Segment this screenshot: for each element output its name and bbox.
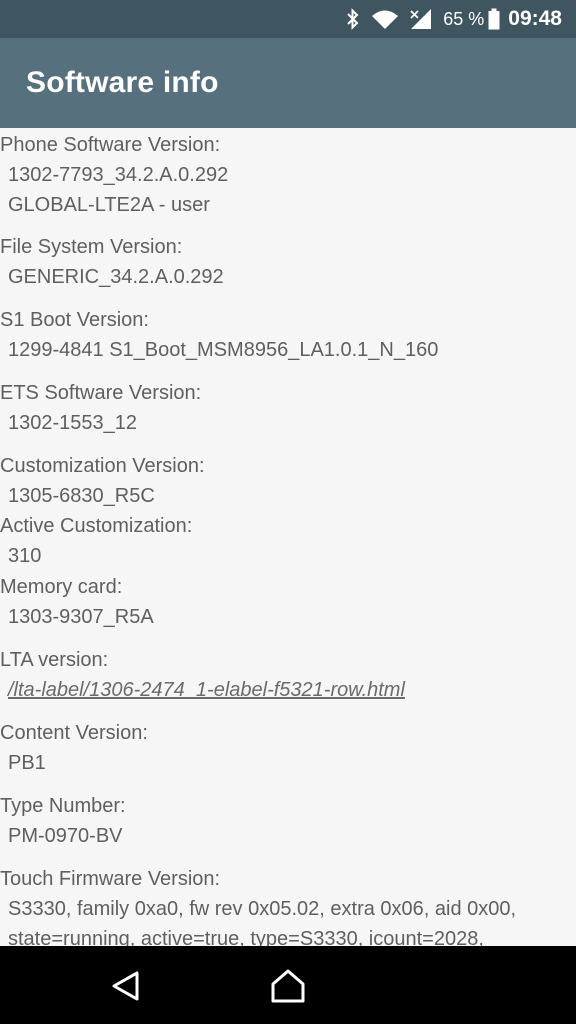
home-icon xyxy=(271,969,305,1003)
info-item-content-version: Content Version: PB1 xyxy=(0,718,576,778)
info-label: Phone Software Version: xyxy=(0,134,221,156)
info-item-lta-version: LTA version: /lta-label/1306-2474_1-elab… xyxy=(0,645,576,705)
clock: 09:48 xyxy=(508,7,562,30)
info-item-s1-boot: S1 Boot Version: 1299-4841 S1_Boot_MSM89… xyxy=(0,305,576,365)
info-item-memory-card: Memory card: 1303-9307_R5A xyxy=(0,572,576,632)
info-value: PM-0970-BV xyxy=(8,825,123,847)
page-title: Software info xyxy=(26,66,219,99)
info-item-phone-software: Phone Software Version: 1302-7793_34.2.A… xyxy=(0,130,576,220)
info-label: ETS Software Version: xyxy=(0,382,202,404)
info-item-touch-firmware: Touch Firmware Version: S3330, family 0x… xyxy=(0,864,576,946)
battery-icon xyxy=(488,8,500,30)
info-item-ets-software: ETS Software Version: 1302-1553_12 xyxy=(0,378,576,438)
info-label: Type Number: xyxy=(0,795,126,817)
info-label: Touch Firmware Version: xyxy=(0,868,221,890)
info-value: PB1 xyxy=(8,752,46,774)
info-label: S1 Boot Version: xyxy=(0,309,149,331)
info-value: 1302-1553_12 xyxy=(8,412,138,434)
battery-percent: 65 % xyxy=(443,8,485,29)
info-label: LTA version: xyxy=(0,649,109,671)
software-info-list[interactable]: Phone Software Version: 1302-7793_34.2.A… xyxy=(0,128,576,946)
info-label: File System Version: xyxy=(0,236,183,258)
bluetooth-icon xyxy=(345,8,361,30)
info-value: GLOBAL-LTE2A - user xyxy=(8,194,210,216)
wifi-icon xyxy=(371,8,399,30)
info-label: Memory card: xyxy=(0,576,123,598)
home-button[interactable] xyxy=(268,968,308,1004)
info-value: S3330, family 0xa0, fw rev 0x05.02, extr… xyxy=(8,898,517,946)
back-icon xyxy=(112,971,139,1001)
recents-button[interactable] xyxy=(430,968,470,1004)
recents-icon xyxy=(435,971,465,1001)
status-bar: 65 % 09:48 xyxy=(0,0,576,38)
info-value: 1303-9307_R5A xyxy=(8,606,154,628)
signal-icon xyxy=(409,8,433,30)
back-button[interactable] xyxy=(106,968,146,1004)
info-value: 1302-7793_34.2.A.0.292 xyxy=(8,164,229,186)
info-item-type-number: Type Number: PM-0970-BV xyxy=(0,791,576,851)
info-item-file-system: File System Version: GENERIC_34.2.A.0.29… xyxy=(0,232,576,292)
info-value: 1299-4841 S1_Boot_MSM8956_LA1.0.1_N_160 xyxy=(8,339,439,361)
info-label: Content Version: xyxy=(0,722,148,744)
info-value: 1305-6830_R5C xyxy=(8,485,155,507)
navigation-bar xyxy=(0,946,576,1024)
info-label: Active Customization: xyxy=(0,515,193,537)
info-value: 310 xyxy=(8,545,42,567)
info-label: Customization Version: xyxy=(0,455,205,477)
lta-version-link[interactable]: /lta-label/1306-2474_1-elabel-f5321-row.… xyxy=(0,675,576,705)
app-bar: Software info xyxy=(0,38,576,128)
info-item-customization: Customization Version: 1305-6830_R5C xyxy=(0,451,576,511)
info-item-active-customization: Active Customization: 310 xyxy=(0,511,576,571)
info-value: GENERIC_34.2.A.0.292 xyxy=(8,266,224,288)
